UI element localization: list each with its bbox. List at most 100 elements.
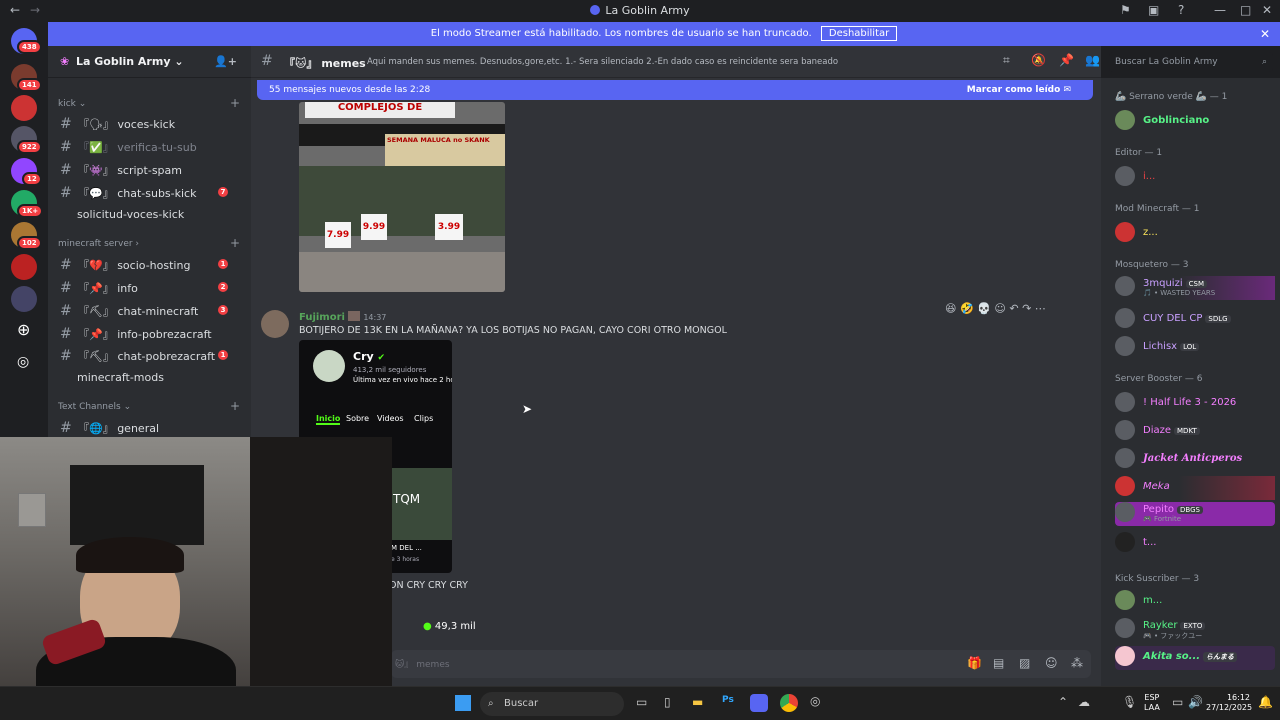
add-channel-icon[interactable]: + [230,96,240,110]
sticker-icon[interactable]: ▨ [1019,656,1030,670]
tray-chevron-icon[interactable]: ⌃ [1058,695,1068,709]
channel-voces-kick[interactable]: # 『🗣』 voces-kick [60,116,240,132]
message-author[interactable]: Fujimori [299,312,345,323]
avatar[interactable] [261,310,289,338]
category-text-channels[interactable]: Text Channels ⌄ [58,402,131,412]
discord-taskbar-icon[interactable] [750,694,768,712]
member-row[interactable]: 3mquizi CSM 🎵 • WASTED YEARS [1115,276,1275,300]
member-list-icon[interactable]: 👥 [1085,53,1100,67]
invite-icon[interactable]: 👤+ [214,46,237,78]
reaction-laugh-icon[interactable]: 😆 [945,302,956,315]
category-kick[interactable]: kick ⌄ [58,99,86,109]
volume-icon[interactable]: 🔊 [1188,695,1203,709]
server-badge: 141 [17,78,42,92]
member-row[interactable]: m... [1115,590,1275,614]
add-server-icon[interactable]: ⊕ [17,320,30,339]
channel-chat-minecraft[interactable]: # 『⛏』 chat-minecraft 3 [60,303,240,319]
reaction-skull-icon[interactable]: 💀 [977,302,991,315]
mic-icon[interactable]: 🎙 [1122,695,1137,709]
taskbar-search[interactable]: ⌕ Buscar [480,692,624,716]
close-banner-icon[interactable]: ✕ [1260,22,1270,46]
taskbar: ⌕ Buscar ▭ ▯ ▬ Ps ◎ ⌃ ☁ 🎙 ESP LAA ▭ 🔊 16:1… [0,686,1280,720]
clock[interactable]: 16:12 27/12/2025 [1206,693,1252,713]
file-explorer-icon[interactable]: ▬ [692,695,703,709]
server-header[interactable]: ❀ La Goblin Army ⌄ 👤+ [48,46,251,78]
channel-minecraft-mods[interactable]: minecraft-mods [77,371,251,384]
member-tag: らんまる [1203,652,1238,662]
server-badge: 102 [17,236,42,250]
channel-script-spam[interactable]: # 『👾』 script-spam [60,162,240,178]
channel-chat-pobrezacraft[interactable]: # 『⛏』 chat-pobrezacraft 1 [60,348,240,364]
apps-icon[interactable]: ⁂ [1071,656,1083,670]
message-image-store[interactable]: COMPLEJOS DE SEMANA MALUCA no SKANK 7.99… [299,102,505,292]
chrome-icon[interactable] [780,694,798,712]
inbox-icon[interactable]: ⚑ [1120,3,1131,17]
pin-icon[interactable]: 📌 [1059,53,1074,67]
channel-general[interactable]: # 『🌐』 general [60,420,240,436]
new-messages-bar[interactable]: 55 mensajes nuevos desde las 2:28 Marcar… [257,80,1093,100]
notifications-icon[interactable]: 🔔 [1258,695,1273,709]
member-row[interactable]: Meka [1115,476,1275,500]
member-row[interactable]: Lichisx LOL [1115,336,1275,360]
member-tag: MDKT [1174,427,1200,435]
member-row[interactable]: Pepito DBGS 🎮 Fortnite [1115,502,1275,526]
add-channel-icon[interactable]: + [230,236,240,250]
message-input[interactable]: 🐱』 memes 🎁 ▤ ▨ ☺ ⁂ [391,650,1091,678]
windows-start-icon[interactable] [455,695,471,711]
member-row[interactable]: Rayker EXTO 🎮 • ファックユー [1115,618,1275,642]
channel-verifica-tu-sub[interactable]: # 『✅』 verifica-tu-sub [60,139,240,155]
unread-badge: 1 [218,350,228,360]
member-row[interactable]: Goblinciano [1115,110,1275,134]
minimize-icon[interactable]: — [1214,3,1226,17]
member-row[interactable]: t... [1115,532,1275,556]
profile-tab-clips: Clips [414,414,434,423]
reaction-rofl-icon[interactable]: 🤣 [960,302,974,315]
language-indicator[interactable]: ESP LAA [1144,693,1160,713]
category-minecraft-server[interactable]: minecraft server › [58,239,139,249]
emoji-icon[interactable]: ☺ [1045,656,1058,670]
more-icon[interactable]: ⋯ [1035,302,1046,315]
gift-icon[interactable]: 🎁 [967,656,982,670]
network-icon[interactable]: ▭ [1172,695,1183,709]
discover-icon[interactable]: ◎ [17,354,29,370]
add-channel-icon[interactable]: + [230,399,240,413]
member-row[interactable]: i... [1115,166,1275,190]
server-icon[interactable] [11,95,37,121]
member-name: Meka [1143,481,1170,492]
threads-icon[interactable]: ⌗ [1003,53,1010,68]
member-row[interactable]: ! Half Life 3 - 2026 [1115,392,1275,416]
photoshop-icon[interactable]: Ps [722,695,734,705]
disable-streamer-button[interactable]: Deshabilitar [820,26,898,41]
maximize-icon[interactable]: □ [1240,3,1251,17]
gif-icon[interactable]: ▤ [993,656,1004,670]
app-icon[interactable]: ◎ [810,694,820,708]
channel-topic[interactable]: Aqui manden sus memes. Desnudos,gore,etc… [367,57,927,67]
app-icon[interactable]: ▯ [664,695,671,709]
server-icon[interactable] [11,286,37,312]
member-row[interactable]: z... [1115,222,1275,246]
screen-icon[interactable]: ▣ [1148,3,1159,17]
unread-badge: 3 [218,305,228,315]
server-icon[interactable] [11,254,37,280]
add-reaction-icon[interactable]: ☺ [994,302,1005,315]
channel-info[interactable]: # 『📌』 info 2 [60,280,240,296]
task-view-icon[interactable]: ▭ [636,695,647,709]
member-row[interactable]: Jacket Anticperos [1115,448,1275,472]
help-icon[interactable]: ? [1178,3,1184,17]
channel-info-pobrezacraft[interactable]: # 『📌』 info-pobrezacraft [60,326,240,342]
mark-as-read-button[interactable]: Marcar como leído ✉ [967,80,1071,100]
member-tag: EXTO [1180,622,1206,630]
notification-bell-icon[interactable]: 🔕 [1031,53,1046,67]
channel-solicitud-voces-kick[interactable]: solicitud-voces-kick [77,208,251,221]
forward-icon[interactable]: ↷ [1022,302,1031,315]
channel-chat-subs-kick[interactable]: # 『💬』 chat-subs-kick 7 [60,185,240,201]
channel-socio-hosting[interactable]: # 『💔』 socio-hosting 1 [60,257,240,273]
banner-text: El modo Streamer está habilitado. Los no… [430,28,812,39]
member-row[interactable]: CUY DEL CP SDLG [1115,308,1275,332]
search-input[interactable]: Buscar La Goblin Army ⌕ [1109,52,1273,72]
close-window-icon[interactable]: ✕ [1262,3,1272,17]
tray-app-icon[interactable]: ☁ [1078,695,1090,709]
member-row[interactable]: Akita so... らんまる [1115,646,1275,670]
reply-icon[interactable]: ↶ [1009,302,1018,315]
member-row[interactable]: Diaze MDKT [1115,420,1275,444]
